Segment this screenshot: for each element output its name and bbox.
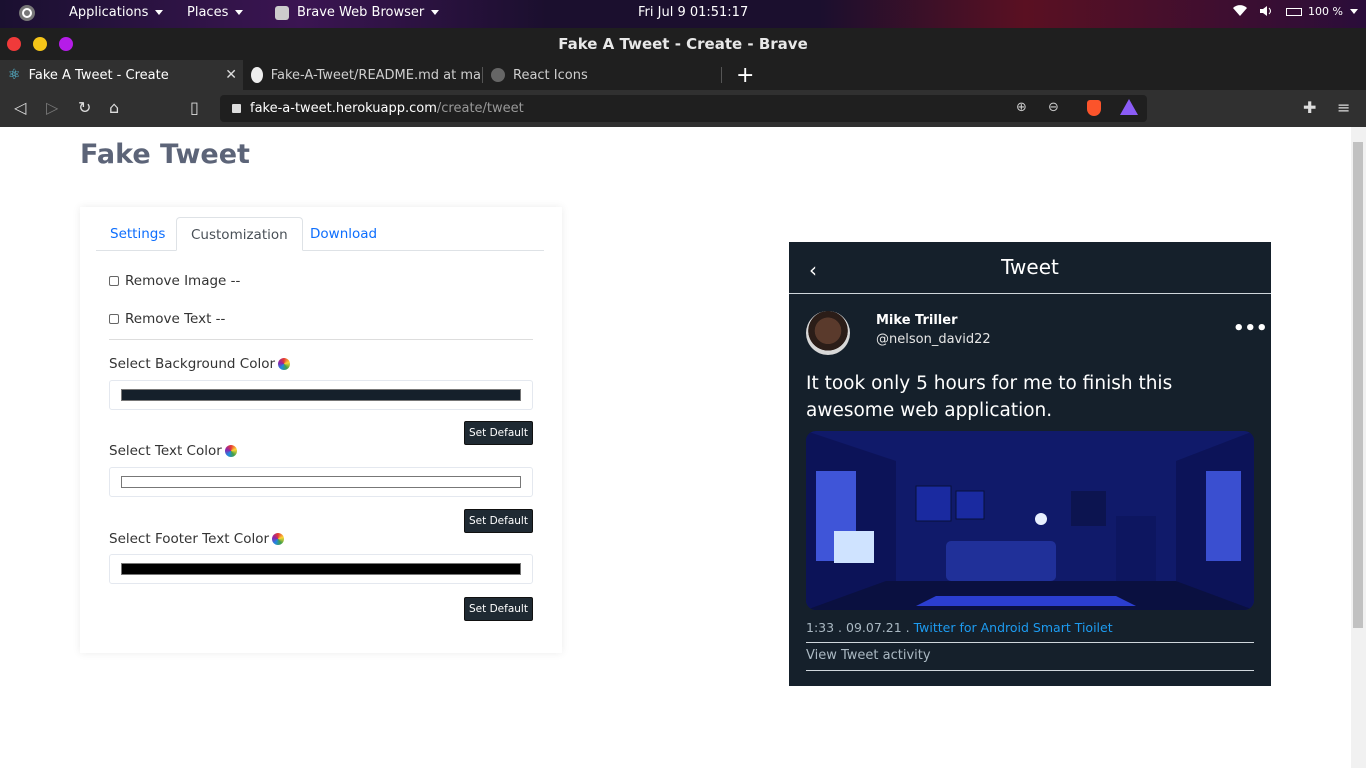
user-name: Mike Triller — [876, 313, 958, 328]
remove-image-option: Remove Image -- — [109, 273, 240, 289]
bookmark-button[interactable]: ▯ — [190, 99, 199, 117]
color-wheel-icon — [278, 358, 291, 370]
brave-icon — [275, 5, 289, 20]
user-handle: @nelson_david22 — [876, 332, 991, 347]
address-bar[interactable]: fake-a-tweet.herokuapp.com/create/tweet … — [220, 95, 1147, 122]
brave-shields-icon[interactable] — [1087, 100, 1101, 116]
text-color-label: Select Text Color — [109, 443, 237, 459]
battery-icon — [1286, 7, 1302, 16]
puzzle-icon: ✚ — [1303, 98, 1317, 117]
back-button[interactable]: ◁ — [14, 99, 26, 117]
window-title-bar: Fake A Tweet - Create - Brave — [0, 28, 1366, 60]
lock-icon — [232, 104, 241, 113]
app-tabs: Settings Customization Download — [96, 217, 544, 251]
url-domain: fake-a-tweet.herokuapp.com — [250, 101, 437, 116]
extensions-button[interactable]: ✚ — [1303, 99, 1316, 117]
close-tab-icon[interactable]: ✕ — [225, 67, 237, 83]
plus-icon: + — [736, 62, 754, 88]
brave-rewards-icon[interactable] — [1120, 99, 1138, 115]
wifi-icon[interactable] — [1233, 5, 1247, 17]
scrollbar-thumb[interactable] — [1353, 142, 1363, 628]
activities-icon[interactable] — [18, 4, 36, 22]
battery-status[interactable]: 100 % — [1286, 5, 1358, 18]
divider — [806, 642, 1254, 643]
url-path: /create/tweet — [436, 101, 524, 116]
page-content: Fake Tweet Settings Customization Downlo… — [0, 127, 1351, 768]
hamburger-icon: ≡ — [1337, 98, 1351, 117]
color-wheel-icon — [224, 445, 237, 457]
remove-text-label: Remove Text -- — [125, 311, 226, 327]
bg-color-label: Select Background Color — [109, 356, 291, 372]
tweet-timestamp: 1:33 . 09.07.21 . — [806, 620, 910, 635]
chevron-down-icon — [1349, 9, 1358, 14]
forward-button[interactable]: ▷ — [46, 99, 58, 117]
tab-download[interactable]: Download — [296, 217, 391, 251]
tab-react-icons[interactable]: React Icons — [483, 60, 721, 90]
tweet-header: ‹ Tweet — [789, 242, 1271, 294]
clock[interactable]: Fri Jul 9 01:51:17 — [638, 5, 748, 20]
zoom-out-icon[interactable]: ⊖ — [1048, 100, 1059, 115]
browser-toolbar: ◁ ▷ ↻ ⌂ ▯ fake-a-tweet.herokuapp.com/cre… — [0, 90, 1366, 127]
text-color-swatch[interactable] — [121, 476, 521, 488]
footer-set-default-button[interactable]: Set Default — [464, 597, 533, 621]
home-icon: ⌂ — [109, 98, 120, 117]
tab-bar: ⚛ Fake A Tweet - Create ✕ Fake-A-Tweet/R… — [0, 60, 1366, 90]
tweet-text: It took only 5 hours for me to finish th… — [806, 373, 1173, 421]
more-options-icon[interactable]: ••• — [1233, 318, 1268, 339]
react-icon: ⚛ — [8, 67, 21, 83]
globe-icon — [491, 68, 505, 82]
chevron-down-icon — [431, 10, 440, 15]
github-icon — [251, 67, 263, 83]
remove-text-checkbox[interactable] — [109, 314, 119, 324]
bg-color-swatch[interactable] — [121, 389, 521, 401]
text-color-input[interactable] — [109, 467, 533, 497]
tweet-image — [806, 431, 1254, 610]
applications-menu[interactable]: Applications — [69, 5, 164, 20]
text-set-default-button[interactable]: Set Default — [464, 509, 533, 533]
back-arrow-icon: ◁ — [14, 98, 27, 117]
remove-image-label: Remove Image -- — [125, 273, 241, 289]
view-activity-link[interactable]: View Tweet activity — [806, 648, 931, 663]
zoom-in-icon[interactable]: ⊕ — [1016, 100, 1027, 115]
tab-readme[interactable]: Fake-A-Tweet/README.md at ma — [243, 60, 481, 90]
tab-fake-a-tweet[interactable]: ⚛ Fake A Tweet - Create ✕ — [0, 60, 243, 90]
tab-settings[interactable]: Settings — [96, 217, 179, 251]
system-top-bar: Applications Places Brave Web Browser Fr… — [0, 0, 1366, 28]
divider — [806, 670, 1254, 671]
footer-color-input[interactable] — [109, 554, 533, 584]
new-tab-button[interactable]: + — [728, 60, 754, 90]
chevron-down-icon — [235, 10, 244, 15]
chevron-down-icon — [155, 10, 164, 15]
bookmark-icon: ▯ — [190, 98, 199, 117]
bg-set-default-button[interactable]: Set Default — [464, 421, 533, 445]
bg-color-input[interactable] — [109, 380, 533, 410]
tweet-header-title: Tweet — [1001, 255, 1059, 279]
home-button[interactable]: ⌂ — [109, 99, 119, 117]
volume-icon[interactable] — [1259, 5, 1273, 17]
customization-card: Settings Customization Download Remove I… — [80, 207, 562, 653]
window-title: Fake A Tweet - Create - Brave — [558, 35, 808, 53]
forward-arrow-icon: ▷ — [46, 98, 59, 117]
footer-color-swatch[interactable] — [121, 563, 521, 575]
divider — [109, 339, 533, 340]
remove-text-option: Remove Text -- — [109, 311, 225, 327]
tweet-source-link[interactable]: Twitter for Android Smart Tioilet — [914, 620, 1113, 635]
room-illustration — [806, 431, 1254, 610]
color-wheel-icon — [272, 533, 285, 545]
browser-app-menu[interactable]: Brave Web Browser — [275, 5, 440, 20]
footer-color-label: Select Footer Text Color — [109, 531, 285, 547]
tweet-meta: 1:33 . 09.07.21 . Twitter for Android Sm… — [806, 620, 1113, 635]
reload-icon: ↻ — [78, 98, 92, 117]
avatar — [806, 311, 850, 355]
remove-image-checkbox[interactable] — [109, 276, 119, 286]
menu-button[interactable]: ≡ — [1337, 99, 1350, 117]
tab-divider — [721, 67, 722, 83]
tweet-preview: ‹ Tweet Mike Triller @nelson_david22 •••… — [789, 242, 1271, 686]
page-title: Fake Tweet — [80, 139, 250, 170]
places-menu[interactable]: Places — [187, 5, 244, 20]
tab-customization[interactable]: Customization — [176, 217, 303, 251]
reload-button[interactable]: ↻ — [78, 99, 91, 117]
